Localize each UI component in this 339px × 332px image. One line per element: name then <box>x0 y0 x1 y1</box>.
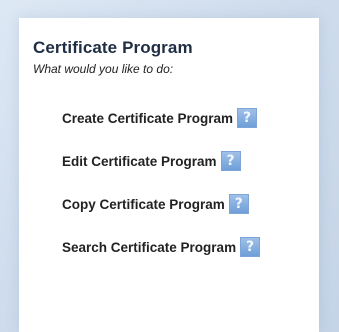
edit-certificate-program-link[interactable]: Edit Certificate Program ? <box>62 151 260 171</box>
help-icon[interactable]: ? <box>237 108 258 128</box>
help-icon[interactable]: ? <box>228 194 249 214</box>
action-menu: Create Certificate Program ? Edit Certif… <box>62 108 261 280</box>
copy-certificate-program-link[interactable]: Copy Certificate Program ? <box>62 194 260 214</box>
help-icon[interactable]: ? <box>240 237 261 257</box>
page-title: Certificate Program <box>33 38 193 57</box>
edit-certificate-program-label[interactable]: Edit Certificate Program <box>62 154 217 169</box>
search-certificate-program-link[interactable]: Search Certificate Program ? <box>62 237 261 257</box>
create-certificate-program-link[interactable]: Create Certificate Program ? <box>62 108 260 128</box>
search-certificate-program-label[interactable]: Search Certificate Program <box>62 240 236 255</box>
create-certificate-program-label[interactable]: Create Certificate Program <box>62 111 233 126</box>
page-subtitle: What would you like to do: <box>33 62 174 76</box>
help-icon[interactable]: ? <box>220 151 241 171</box>
copy-certificate-program-label[interactable]: Copy Certificate Program <box>62 197 225 212</box>
